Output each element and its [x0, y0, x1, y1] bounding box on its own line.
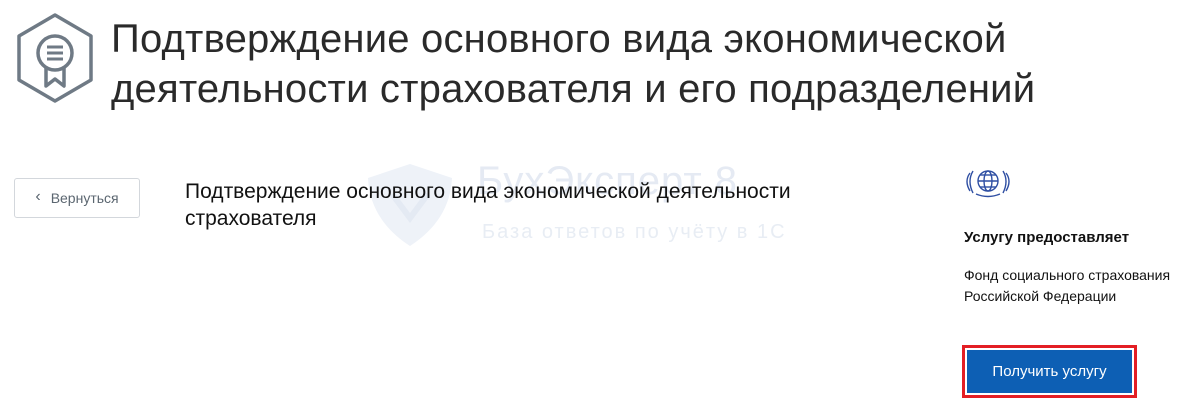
- chevron-left-icon: ‹: [35, 188, 41, 205]
- get-service-highlight: Получить услугу: [962, 345, 1137, 398]
- back-button[interactable]: ‹ Вернуться: [14, 178, 140, 218]
- back-button-label: Вернуться: [50, 190, 119, 206]
- page-title: Подтверждение основного вида экономическ…: [111, 17, 1036, 111]
- provider-heading: Услугу предоставляет: [964, 229, 1130, 246]
- provider-name: Фонд социального страхования Российской …: [964, 267, 1171, 304]
- get-service-button[interactable]: Получить услугу: [965, 348, 1134, 395]
- service-name: Подтверждение основного вида экономическ…: [185, 180, 791, 230]
- fss-emblem-icon: [966, 170, 1010, 198]
- certificate-badge-icon: [17, 13, 93, 103]
